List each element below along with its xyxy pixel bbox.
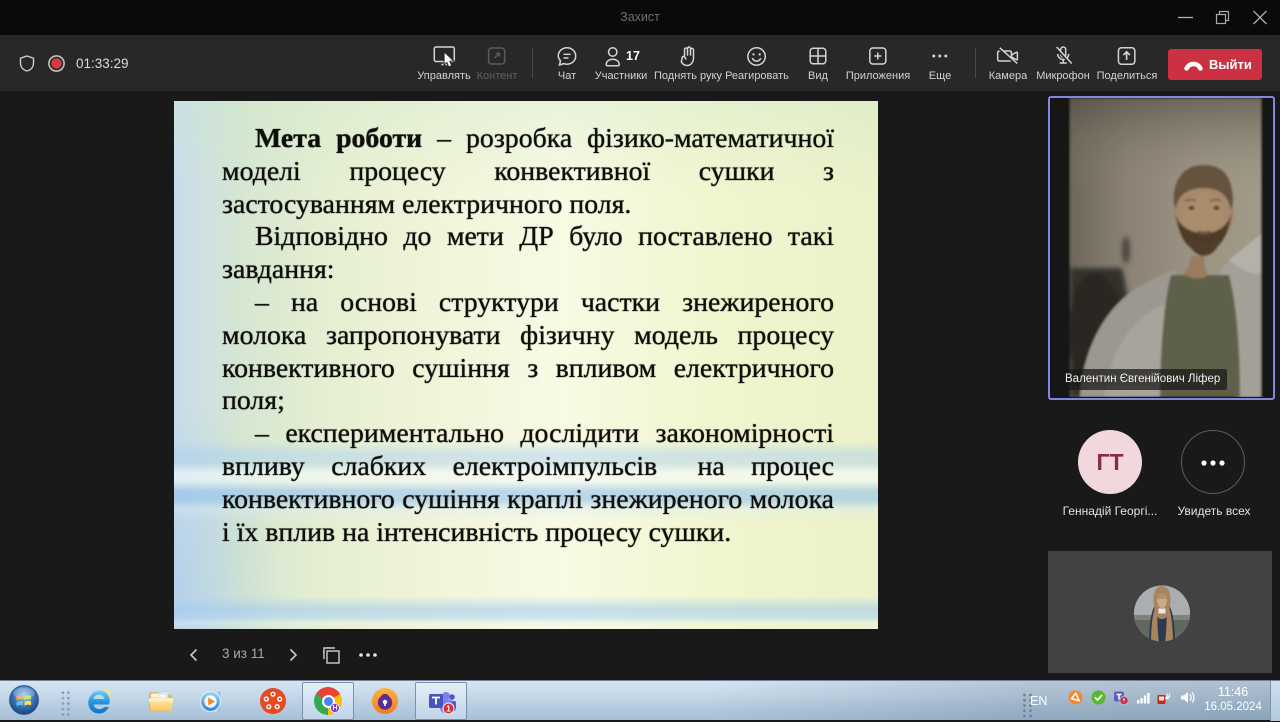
svg-text:1: 1 — [446, 705, 451, 714]
